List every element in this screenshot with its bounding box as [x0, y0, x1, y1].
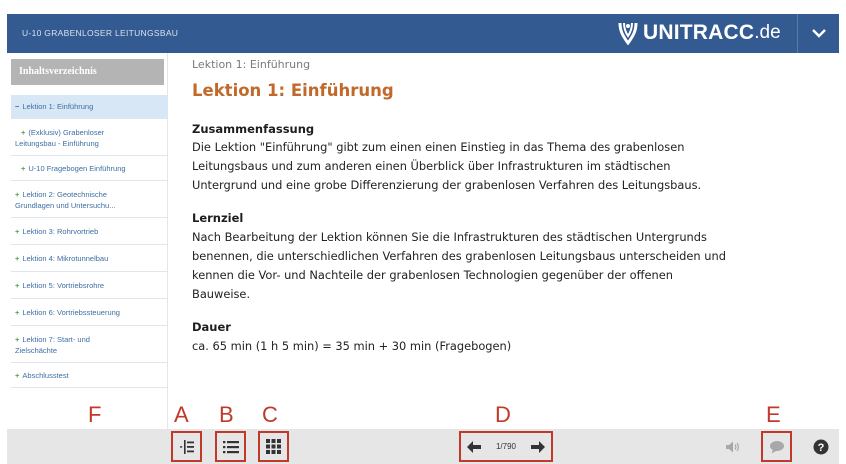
chevron-down-icon	[811, 29, 826, 38]
breadcrumb: Lektion 1: Einführung	[192, 58, 311, 71]
lesson-content: Lektion 1: Einführung Lektion 1: Einführ…	[168, 53, 839, 429]
collapse-icon: −	[15, 102, 20, 111]
logo-mark-icon	[618, 22, 638, 45]
summary-text: Die Lektion "Einführung" gibt zum einen …	[192, 140, 702, 192]
svg-text:?: ?	[817, 442, 824, 454]
page-counter: 1/790	[495, 442, 517, 451]
expand-icon: +	[15, 371, 20, 380]
duration-text: ca. 65 min (1 h 5 min) = 35 min + 30 min…	[192, 339, 512, 353]
arrow-left-icon	[467, 440, 481, 453]
toc-item-fragebogen[interactable]: + U-10 Fragebogen Einführung	[11, 157, 168, 181]
page-title: Lektion 1: Einführung	[192, 81, 394, 100]
toc-heading: Inhaltsverzeichnis	[11, 59, 164, 85]
expand-icon: +	[15, 227, 20, 236]
logo-tld: .de	[754, 22, 781, 43]
comment-button[interactable]	[761, 431, 792, 462]
toc-item-label: Lektion 6: Vortriebssteuerung	[22, 308, 120, 317]
help-button[interactable]: ?	[807, 433, 834, 460]
toc-item-abschlusstest[interactable]: + Abschlusstest	[11, 364, 168, 388]
toc-toggle-icon	[179, 439, 194, 454]
annotation-b: B	[219, 402, 234, 427]
annotation-e: E	[766, 402, 781, 427]
course-title: U-10 GRABENLOSER LEITUNGSBAU	[22, 28, 179, 38]
toc-item-label: Abschlusstest	[22, 371, 69, 380]
toc-item-lektion-1[interactable]: − Lektion 1: Einführung	[11, 95, 168, 119]
toc-item-lektion-3[interactable]: + Lektion 3: Rohrvortrieb	[11, 219, 168, 245]
expand-icon: +	[15, 189, 20, 199]
expand-icon: +	[15, 254, 20, 263]
toc-item-grabenloser-leitungsbau[interactable]: + (Exklusiv) Grabenloser Leitungsbau - Ei…	[11, 120, 168, 156]
toc-item-label: Lektion 5: Vortriebsrohre	[22, 281, 105, 290]
expand-icon: +	[21, 164, 26, 173]
goal-text: Nach Bearbeitung der Lektion können Sie …	[192, 230, 726, 301]
list-icon	[222, 440, 239, 453]
annotation-c: C	[262, 402, 278, 427]
annotation-d: D	[495, 402, 511, 427]
list-view-button[interactable]	[215, 431, 246, 462]
toc-item-label: + (Exklusiv) Grabenloser Leitungsbau - Ei…	[15, 127, 105, 148]
toc-item-lektion-7[interactable]: + Lektion 7: Start- und Zielschächte	[11, 327, 168, 363]
next-page-button[interactable]	[531, 440, 545, 453]
toc-item-label: + Lektion 2: Geotechnische Grundlagen und…	[15, 189, 116, 210]
toc-item-label: U-10 Fragebogen Einführung	[28, 164, 126, 173]
footer-toolbar: 1/790 ?	[7, 429, 839, 464]
toc-item-label: + Lektion 7: Start- und Zielschächte	[15, 334, 90, 355]
speaker-icon	[725, 441, 739, 452]
expand-icon: +	[15, 334, 20, 344]
table-of-contents: Inhaltsverzeichnis − Lektion 1: Einführu…	[7, 53, 168, 429]
toc-item-lektion-2[interactable]: + Lektion 2: Geotechnische Grundlagen und…	[11, 182, 168, 218]
toc-item-lektion-5[interactable]: + Lektion 5: Vortriebsrohre	[11, 273, 168, 299]
page-navigator: 1/790	[459, 431, 553, 462]
audio-button[interactable]	[719, 433, 746, 460]
previous-page-button[interactable]	[467, 440, 481, 453]
toc-toggle-button[interactable]	[171, 431, 202, 462]
expand-icon: +	[15, 281, 20, 290]
toc-item-label: Lektion 3: Rohrvortrieb	[22, 227, 99, 236]
help-icon: ?	[813, 439, 828, 454]
toc-item-label: Lektion 1: Einführung	[22, 102, 94, 111]
grid-icon	[266, 439, 281, 454]
speech-bubble-icon	[769, 440, 784, 453]
arrow-right-icon	[531, 440, 545, 453]
duration-heading: Dauer	[192, 320, 231, 334]
logo-text: UNITRACC	[643, 21, 755, 44]
annotation-a: A	[174, 402, 189, 427]
toc-item-lektion-6[interactable]: + Lektion 6: Vortriebssteuerung	[11, 300, 168, 326]
expand-icon: +	[15, 308, 20, 317]
summary-heading: Zusammenfassung	[192, 122, 315, 136]
grid-view-button[interactable]	[258, 431, 289, 462]
toc-item-lektion-4[interactable]: + Lektion 4: Mikrotunnelbau	[11, 246, 168, 272]
expand-icon: +	[21, 127, 26, 137]
app-header: U-10 GRABENLOSER LEITUNGSBAU UNITRACC .de	[7, 14, 839, 53]
toc-item-label: Lektion 4: Mikrotunnelbau	[22, 254, 109, 263]
unitracc-logo[interactable]: UNITRACC .de	[617, 18, 781, 48]
menu-dropdown-button[interactable]	[797, 14, 839, 53]
goal-heading: Lernziel	[192, 211, 244, 225]
annotation-f: F	[88, 402, 102, 427]
